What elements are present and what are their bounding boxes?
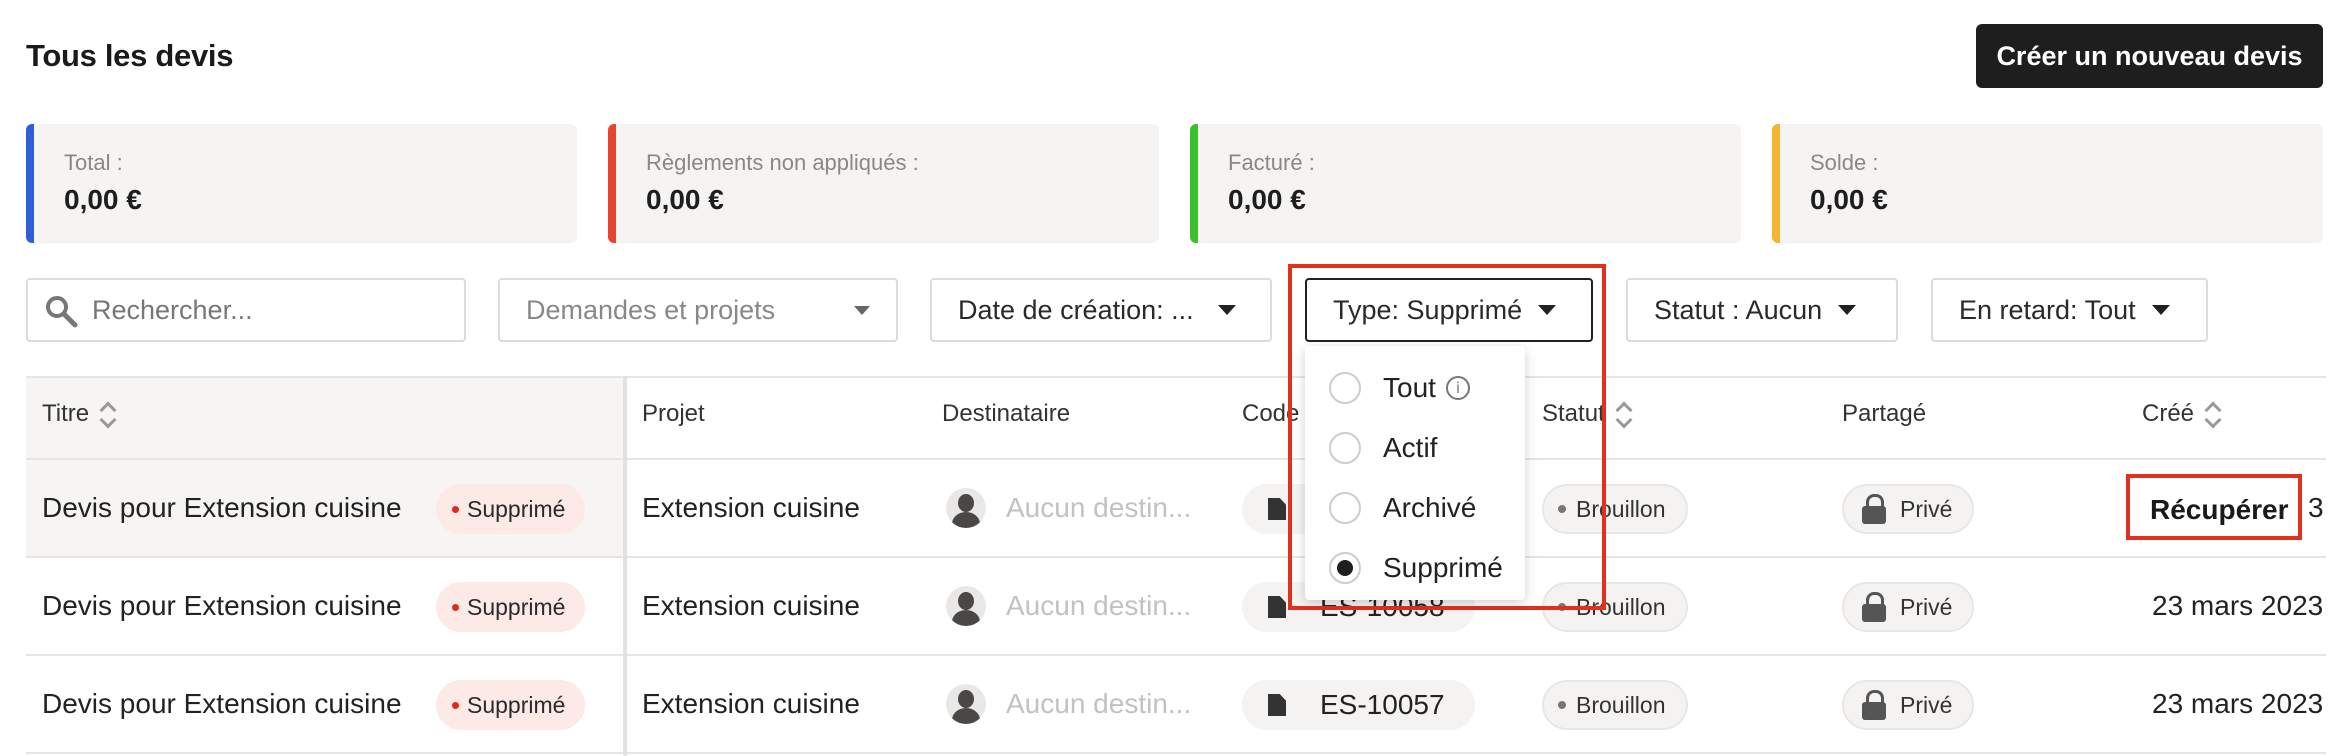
creation-date-label: Date de création: ... (958, 294, 1194, 325)
column-header-title[interactable]: Titre (42, 400, 117, 428)
type-option-deleted[interactable]: Supprimé (1329, 548, 1503, 588)
created-date-partial: 3 (2308, 492, 2324, 523)
summary-value: 0,00 € (64, 184, 142, 215)
radio-icon[interactable] (1329, 492, 1361, 524)
recipient: Aucun destin... (946, 482, 1191, 534)
shared-badge: Privé (1842, 680, 1975, 730)
summary-label: Facturé : (1228, 150, 1315, 175)
summary-value: 0,00 € (1810, 184, 1888, 215)
requests-projects-label: Demandes et projets (526, 294, 776, 325)
column-header-created[interactable]: Créé (2142, 400, 2222, 428)
radio-checked-icon[interactable] (1329, 552, 1361, 584)
project-name[interactable]: Extension cuisine (642, 678, 860, 730)
type-filter[interactable]: Type: Supprimé (1305, 278, 1593, 342)
document-icon (1268, 498, 1286, 520)
recipient: Aucun destin... (946, 678, 1191, 730)
quote-title[interactable]: Devis pour Extension cuisine (42, 678, 402, 730)
radio-icon[interactable] (1329, 372, 1361, 404)
overdue-filter-label: En retard: Tout (1959, 294, 2136, 325)
search-input[interactable] (92, 288, 452, 332)
status-badge: Brouillon (1542, 680, 1688, 730)
summary-card-total: Total : 0,00 € (26, 124, 577, 243)
status-badge: Supprimé (436, 680, 586, 730)
project-name[interactable]: Extension cuisine (642, 580, 860, 632)
chevron-down-icon (1217, 305, 1236, 315)
code-pill[interactable]: ES-10057 (1242, 680, 1475, 730)
summary-card-invoiced: Facturé : 0,00 € (1190, 124, 1741, 243)
column-header-code: Code (1242, 400, 1300, 427)
lock-icon (1862, 690, 1886, 720)
summary-label: Règlements non appliqués : (646, 150, 919, 175)
summary-card-unapplied-payments: Règlements non appliqués : 0,00 € (608, 124, 1159, 243)
shared-badge: Privé (1842, 582, 1975, 632)
sort-icon (2206, 400, 2222, 428)
type-option-archived[interactable]: Archivé (1329, 488, 1476, 528)
page-title: Tous les devis (26, 38, 234, 73)
document-icon (1268, 596, 1286, 618)
chevron-down-icon (2151, 305, 2170, 315)
document-icon (1268, 694, 1286, 716)
create-quote-button[interactable]: Créer un nouveau devis (1976, 24, 2323, 88)
requests-projects-select[interactable]: Demandes et projets (498, 278, 898, 342)
shared-badge: Privé (1842, 484, 1975, 534)
type-filter-label: Type: Supprimé (1333, 294, 1523, 325)
recipient: Aucun destin... (946, 580, 1191, 632)
info-icon[interactable]: i (1445, 376, 1470, 400)
summary-card-balance: Solde : 0,00 € (1772, 124, 2323, 243)
chevron-down-icon (1538, 305, 1557, 315)
search-icon (46, 296, 78, 328)
created-date: 23 mars 2023 (2152, 590, 2324, 621)
type-dropdown-menu: Tout i Actif Archivé Supprimé (1305, 346, 1525, 600)
created-date: 23 mars 2023 (2152, 688, 2324, 719)
type-option-active[interactable]: Actif (1329, 428, 1437, 468)
creation-date-filter[interactable]: Date de création: ... (930, 278, 1272, 342)
status-filter[interactable]: Statut : Aucun (1626, 278, 1898, 342)
lock-icon (1862, 494, 1886, 524)
status-filter-label: Statut : Aucun (1654, 294, 1823, 325)
status-badge: Supprimé (436, 484, 586, 534)
quotes-table: Titre Projet Destinataire Code Statut Pa… (26, 376, 2326, 756)
summary-label: Total : (64, 150, 123, 175)
avatar-icon (946, 586, 986, 626)
sort-icon (1617, 400, 1633, 428)
overdue-filter[interactable]: En retard: Tout (1931, 278, 2208, 342)
quote-title[interactable]: Devis pour Extension cuisine (42, 580, 402, 632)
avatar-icon (946, 684, 986, 724)
column-header-status[interactable]: Statut (1542, 400, 1633, 428)
summary-value: 0,00 € (646, 184, 724, 215)
chevron-down-icon (854, 305, 870, 315)
summary-label: Solde : (1810, 150, 1879, 175)
status-badge: Supprimé (436, 582, 586, 632)
status-badge: Brouillon (1542, 484, 1688, 534)
lock-icon (1862, 592, 1886, 622)
status-badge: Brouillon (1542, 582, 1688, 632)
quote-title[interactable]: Devis pour Extension cuisine (42, 482, 402, 534)
avatar-icon (946, 488, 986, 528)
search-box[interactable] (26, 278, 466, 342)
column-header-recipient: Destinataire (942, 400, 1071, 427)
recover-button[interactable]: Récupérer (2150, 494, 2289, 526)
radio-icon[interactable] (1329, 432, 1361, 464)
project-name[interactable]: Extension cuisine (642, 482, 860, 534)
column-header-shared: Partagé (1842, 400, 1927, 427)
chevron-down-icon (1838, 305, 1857, 315)
column-header-project: Projet (642, 400, 705, 427)
sort-icon (101, 400, 117, 428)
type-option-all[interactable]: Tout i (1329, 368, 1470, 408)
summary-value: 0,00 € (1228, 184, 1306, 215)
